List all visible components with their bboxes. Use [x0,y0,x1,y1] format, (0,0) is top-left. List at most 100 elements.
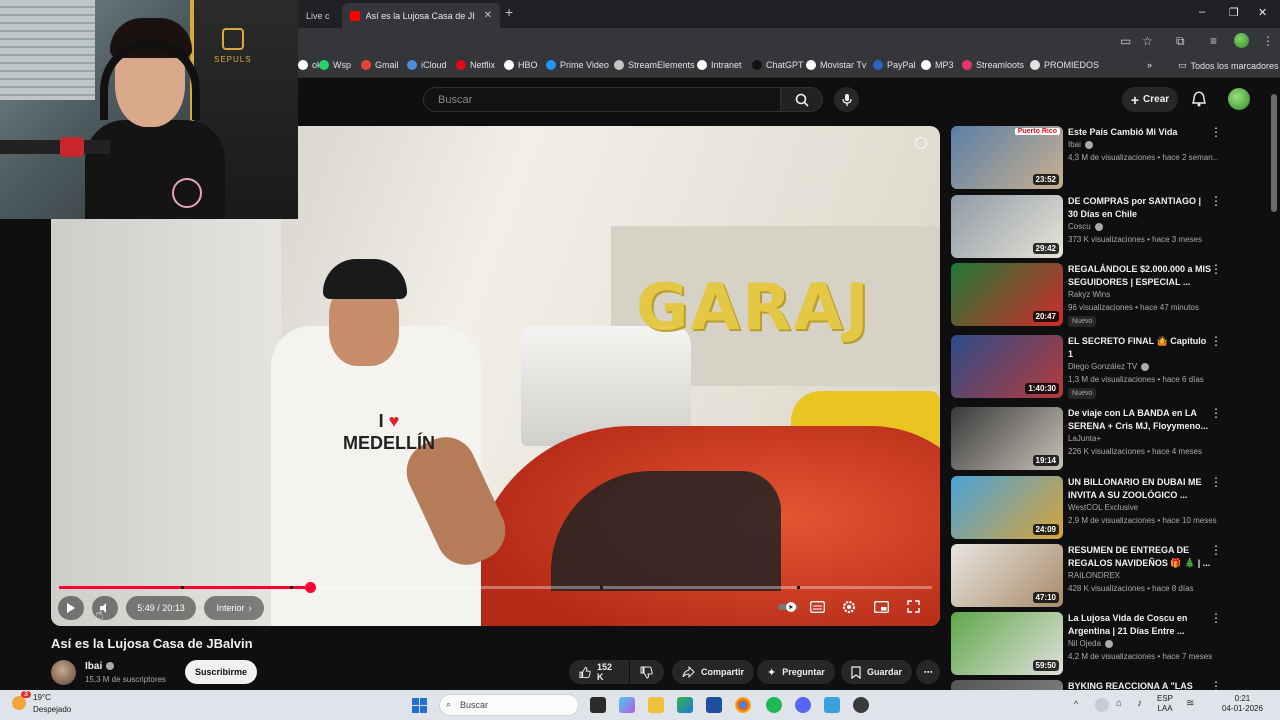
recommendation-title[interactable]: La Lujosa Vida de Coscu en Argentina | 2… [1068,612,1213,638]
bookmark-paypal[interactable]: PayPal [873,60,916,70]
recommendation-channel[interactable]: Diego González TV [1068,362,1150,371]
recommendation-thumbnail[interactable]: 24:09 [951,476,1063,539]
recommendation-menu-icon[interactable]: ⋮ [1210,335,1222,347]
channel-avatar[interactable] [51,660,76,685]
bookmark-chatgpt[interactable]: ChatGPT [752,60,804,70]
recommendation-channel[interactable]: RAILONDREX [1068,571,1120,580]
dislike-button[interactable] [630,660,664,684]
recommendation-channel[interactable]: Ibai [1068,140,1093,149]
recommendation-thumbnail[interactable]: 20:47 [951,263,1063,326]
recommendation-title[interactable]: De viaje con LA BANDA en LA SERENA + Cri… [1068,407,1213,433]
recommendation-item[interactable]: 20:47 REGALÁNDOLE $2.000.000 a MIS SEGUID… [951,263,1231,327]
chapter-button[interactable]: Interior › [204,596,264,620]
recommendation-title[interactable]: REGALÁNDOLE $2.000.000 a MIS SEGUIDORES … [1068,263,1213,289]
recommendation-menu-icon[interactable]: ⋮ [1210,544,1222,556]
bookmarks-overflow-button[interactable]: » [1147,60,1152,70]
spotify-icon[interactable] [766,697,782,713]
bookmark-star-icon[interactable]: ☆ [1142,34,1153,48]
recommendation-channel[interactable]: Rakyz Wins [1068,290,1110,299]
notifications-bell-icon[interactable] [1192,91,1206,112]
recommendation-title[interactable]: EL SECRETO FINAL 🤷 Capítulo 1 [1068,335,1213,361]
language-indicator[interactable]: ESP LAA [1157,694,1173,714]
recommendation-thumbnail[interactable]: 19:14 [951,407,1063,470]
edge-icon[interactable] [677,697,693,713]
share-button[interactable]: Compartir [672,660,755,684]
fullscreen-icon[interactable] [907,600,920,618]
obs-icon[interactable] [853,697,869,713]
browser-menu-icon[interactable]: ⋮ [1262,34,1274,48]
bookmark-streamloots[interactable]: Streamloots [962,60,1024,70]
discord-icon[interactable] [795,697,811,713]
taskbar-search-input[interactable]: ⌕ Buscar [439,694,579,716]
weather-sun-icon[interactable] [12,696,26,710]
tray-mic-icon[interactable]: ♪ [1137,698,1142,709]
bookmark-promiedos[interactable]: PROMIEDOS [1030,60,1099,70]
tab-current-video[interactable]: Así es la Lujosa Casa de JBalvin ✕ [342,3,500,28]
copilot-icon[interactable] [619,697,635,713]
tab-live[interactable]: Live c [298,3,346,28]
recommendation-item[interactable]: Puerto Rico 23:52 Este País Cambió Mi Vida… [951,126,1231,190]
ask-button[interactable]: ✦ Preguntar [757,660,835,684]
search-button[interactable] [781,87,823,112]
close-window-button[interactable]: ✕ [1258,6,1267,19]
store-icon[interactable] [706,697,722,713]
bookmark-movistar-tv[interactable]: Movistar Tv [806,60,866,70]
recommendation-thumbnail[interactable]: 1:40:30 [951,335,1063,398]
subscribe-button[interactable]: Suscribirme [185,660,257,684]
recommendation-title[interactable]: Este País Cambió Mi Vida [1068,126,1213,139]
bookmark-mp3[interactable]: MP3 [921,60,954,70]
page-scrollbar[interactable] [1271,94,1277,212]
recommendation-thumbnail[interactable]: 59:50 [951,612,1063,675]
tray-wifi-icon[interactable]: ≋ [1186,698,1194,709]
autoplay-toggle[interactable] [778,600,798,618]
settings-gear-icon[interactable] [842,600,856,619]
tray-network-icon[interactable]: ⌂ [1116,698,1122,709]
recommendation-thumbnail[interactable]: 29:42 [951,195,1063,258]
minimize-button[interactable]: – [1199,6,1205,18]
app-f-icon[interactable] [824,697,840,713]
all-bookmarks-button[interactable]: ▭ Todos los marcadores [1178,60,1279,71]
bookmark-icloud[interactable]: iCloud [407,60,447,70]
recommendation-thumbnail[interactable]: 47:10 [951,544,1063,607]
maximize-button[interactable]: ❐ [1229,6,1239,19]
like-button[interactable]: 152 K [569,660,629,684]
recommendation-title[interactable]: UN BILLONARIO EN DUBAI ME INVITA A SU ZO… [1068,476,1213,502]
more-actions-button[interactable]: ⋯ [916,660,940,684]
bookmark-streamelements[interactable]: StreamElements [614,60,695,70]
create-button[interactable]: + Crear [1122,87,1178,112]
weather-temperature[interactable]: 19°C [33,693,51,702]
save-button[interactable]: Guardar [841,660,913,684]
recommendation-channel[interactable]: WestCOL Exclusive [1068,503,1138,512]
progress-bar[interactable] [59,582,932,593]
voice-search-button[interactable] [834,87,859,112]
recommendation-menu-icon[interactable]: ⋮ [1210,126,1222,138]
recommendation-channel[interactable]: Coscu [1068,222,1103,231]
recommendation-item[interactable]: 24:09 UN BILLONARIO EN DUBAI ME INVITA A … [951,476,1231,540]
search-input[interactable]: Buscar [423,87,781,112]
bookmark-netflix[interactable]: Netflix [456,60,495,70]
recommendation-menu-icon[interactable]: ⋮ [1210,195,1222,207]
recommendation-title[interactable]: RESUMEN DE ENTREGA DE REGALOS NAVIDEÑOS … [1068,544,1213,570]
recommendation-item[interactable]: 19:14 De viaje con LA BANDA en LA SERENA … [951,407,1231,471]
tab-close-icon[interactable]: ✕ [484,10,492,21]
cast-icon[interactable]: ▭ [1120,34,1131,48]
file-explorer-icon[interactable] [648,697,664,713]
bookmark-hbo[interactable]: HBO [504,60,538,70]
recommendation-menu-icon[interactable]: ⋮ [1210,612,1222,624]
recommendation-menu-icon[interactable]: ⋮ [1210,407,1222,419]
bookmark-ok[interactable]: ok [298,60,322,70]
new-tab-button[interactable]: + [505,4,513,20]
bookmark-intranet[interactable]: Intranet [697,60,742,70]
play-button[interactable] [58,596,84,620]
task-view-icon[interactable] [590,697,606,713]
channel-name[interactable]: Ibai [85,661,115,672]
recommendation-thumbnail[interactable]: Puerto Rico 23:52 [951,126,1063,189]
account-avatar[interactable] [1228,88,1250,110]
subtitles-icon[interactable] [810,600,825,618]
browser-profile-avatar[interactable] [1234,33,1249,48]
recommendation-item[interactable]: 1:40:30 EL SECRETO FINAL 🤷 Capítulo 1 Dieg… [951,335,1231,399]
recommendation-menu-icon[interactable]: ⋮ [1210,476,1222,488]
recommendation-item[interactable]: 29:42 DE COMPRAS por SANTIAGO | 30 Días e… [951,195,1231,259]
recommendation-title[interactable]: DE COMPRAS por SANTIAGO | 30 Días en Chi… [1068,195,1213,221]
recommendation-channel[interactable]: Nil Ojeda [1068,639,1113,648]
